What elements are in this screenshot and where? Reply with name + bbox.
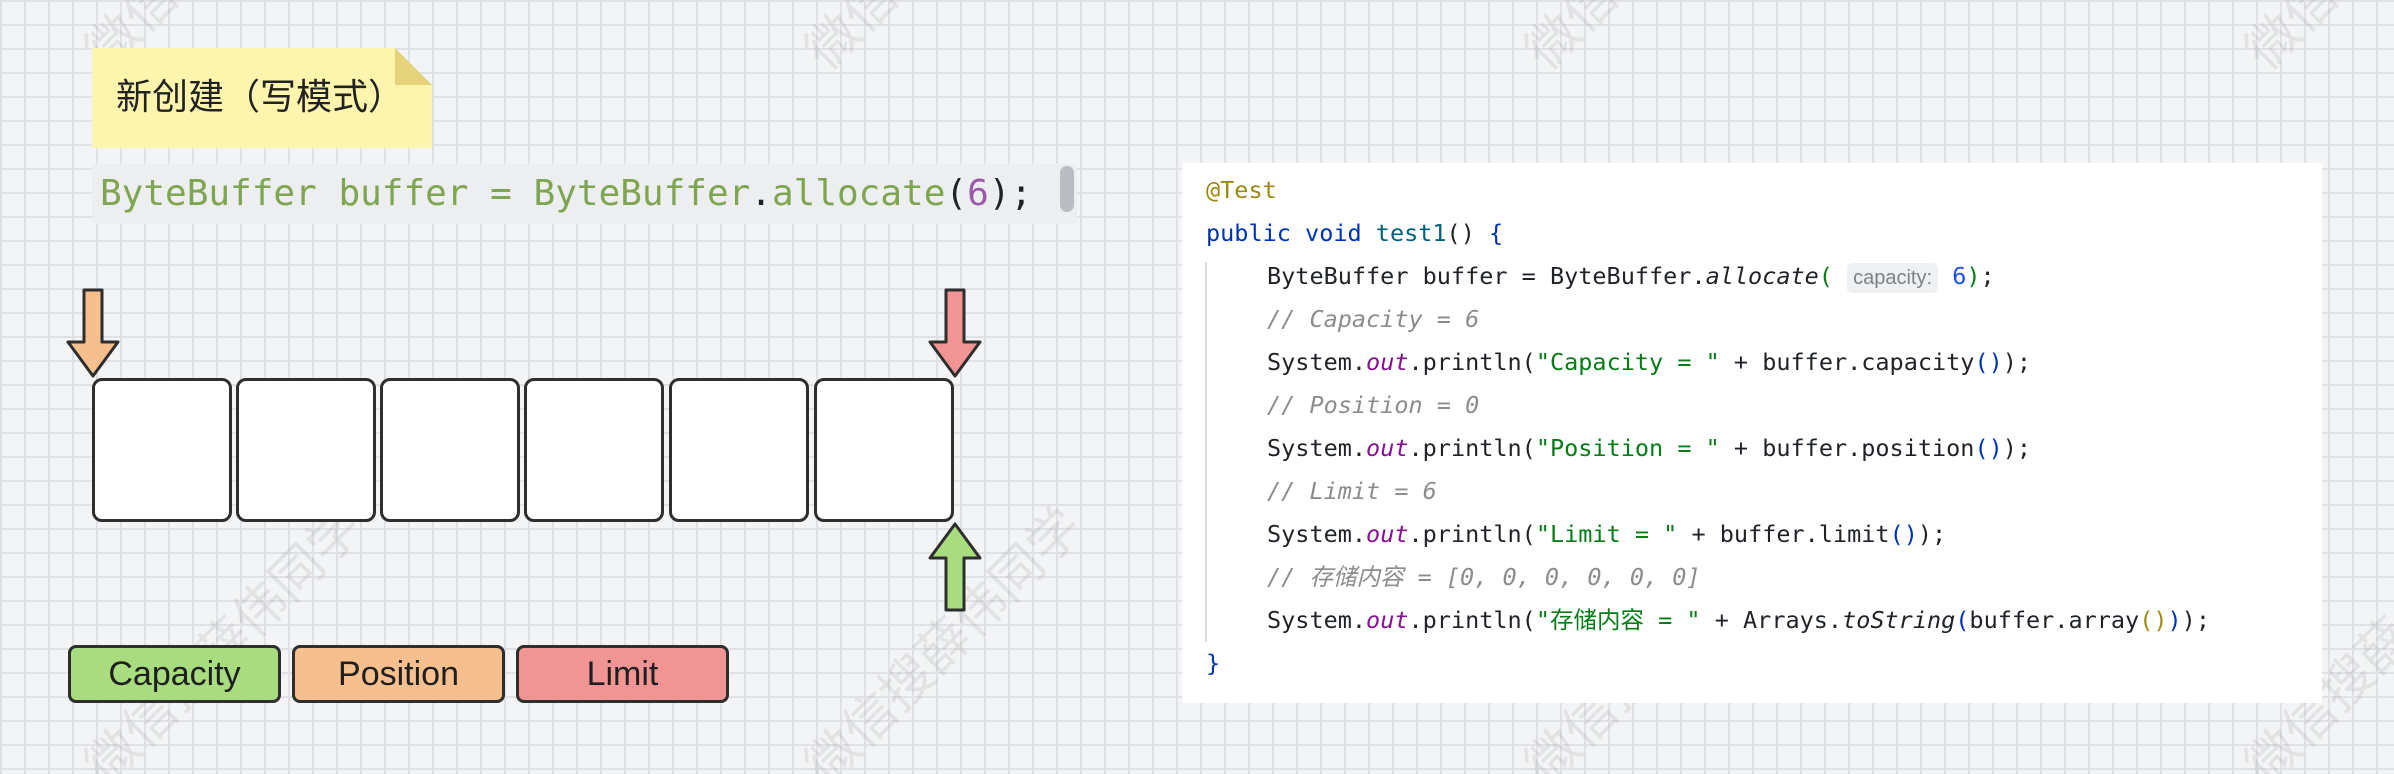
arg-value: 6 xyxy=(967,173,989,214)
close-paren: ) xyxy=(2002,348,2017,376)
string-literal: "Limit = " xyxy=(1535,520,1678,548)
close-paren: ) xyxy=(2181,606,2196,634)
buffer-cell xyxy=(236,378,376,522)
comment: // Limit = 6 xyxy=(1267,477,1437,505)
close-paren: ); xyxy=(988,173,1033,214)
allocate-statement: ByteBuffer buffer = ByteBuffer.allocate(… xyxy=(92,164,1077,224)
semi: ; xyxy=(2195,606,2210,634)
alloc-close: ) xyxy=(1966,262,1981,290)
capacity-arrow-icon xyxy=(928,522,982,612)
scroll-handle[interactable] xyxy=(1060,166,1074,212)
code-line-print: System.out.println("Position = " + buffe… xyxy=(1206,427,2031,470)
print-call: .println( xyxy=(1408,606,1536,634)
buffer-cell xyxy=(524,378,664,522)
code-line-annotation: @Test xyxy=(1206,169,1277,212)
buffer-cell xyxy=(380,378,520,522)
open-brace: { xyxy=(1489,219,1504,247)
string-literal: "Capacity = " xyxy=(1535,348,1720,376)
out-field: out xyxy=(1366,348,1409,376)
inner-parens: () xyxy=(1974,434,2003,462)
annotation: @Test xyxy=(1206,176,1277,204)
inner-parens: () xyxy=(1889,520,1918,548)
alloc-open: ( xyxy=(1818,262,1833,290)
var-name: buffer xyxy=(338,173,469,214)
params: () xyxy=(1446,219,1475,247)
assign-op: = xyxy=(490,173,512,214)
close-brace: } xyxy=(1206,649,1221,677)
alloc-num: 6 xyxy=(1952,262,1967,290)
print-call: .println( xyxy=(1408,348,1536,376)
code-line-print: System.out.println("存储内容 = " + Arrays.to… xyxy=(1206,599,2210,642)
watermark-text: 微信搜薛伟同学 xyxy=(785,0,1095,83)
semi: ; xyxy=(2016,348,2032,376)
watermark-text: 微信搜薛伟同学 xyxy=(1505,0,1815,83)
class-name: ByteBuffer xyxy=(533,173,751,214)
note-label: 新创建（写模式） xyxy=(116,77,405,118)
watermark-text: 微信搜薛伟同学 xyxy=(74,496,375,774)
print-expr: + buffer.capacity xyxy=(1719,348,1975,376)
buffer-cell xyxy=(92,378,232,522)
array-call: buffer.array xyxy=(1969,606,2140,634)
string-literal: "存储内容 = " xyxy=(1535,606,1701,634)
keyword-public: public xyxy=(1206,219,1291,247)
legend-position: Position xyxy=(292,645,505,703)
close-paren: ) xyxy=(2002,434,2017,462)
code-line-allocate: ByteBuffer buffer = ByteBuffer.allocate(… xyxy=(1206,255,1995,298)
code-line-print: System.out.println("Limit = " + buffer.l… xyxy=(1206,513,1946,556)
print-expr: + buffer.position xyxy=(1719,434,1975,462)
semi: ; xyxy=(1932,520,1947,548)
string-literal: "Position = " xyxy=(1535,434,1720,462)
comment: // Position = 0 xyxy=(1267,391,1480,419)
buffer-cell xyxy=(814,378,954,522)
param-hint: capacity: xyxy=(1847,263,1939,293)
print-prefix: System. xyxy=(1267,434,1367,462)
method-name: test1 xyxy=(1375,219,1447,247)
code-line-signature: public void test1() { xyxy=(1206,212,1503,255)
close-paren: ) xyxy=(2167,606,2182,634)
inner-parens: () xyxy=(1974,348,2003,376)
out-field: out xyxy=(1366,520,1409,548)
note-fold-corner xyxy=(395,48,432,85)
tostring-method: toString xyxy=(1842,606,1956,634)
alloc-semi: ; xyxy=(1980,262,1995,290)
print-expr: + Arrays. xyxy=(1700,606,1843,634)
out-field: out xyxy=(1366,434,1409,462)
method-name: allocate xyxy=(771,173,946,214)
print-call: .println( xyxy=(1408,434,1536,462)
limit-arrow-icon xyxy=(928,288,982,378)
code-line-comment: // Capacity = 6 xyxy=(1206,298,1479,341)
code-line-comment: // 存储内容 = [0, 0, 0, 0, 0, 0] xyxy=(1206,556,1701,599)
comment: // 存储内容 = [0, 0, 0, 0, 0, 0] xyxy=(1267,563,1701,591)
alloc-prefix: ByteBuffer buffer = ByteBuffer. xyxy=(1267,262,1706,290)
legend-capacity: Capacity xyxy=(68,645,281,703)
comment: // Capacity = 6 xyxy=(1267,305,1480,333)
code-line-comment: // Position = 0 xyxy=(1206,384,1479,427)
inner-parens: () xyxy=(2139,606,2168,634)
code-line-end: } xyxy=(1206,642,1220,685)
dot: . xyxy=(750,173,772,214)
open-paren: ( xyxy=(945,173,968,214)
open-paren: ( xyxy=(1955,606,1970,634)
position-arrow-icon xyxy=(66,288,120,378)
print-prefix: System. xyxy=(1267,348,1367,376)
keyword-void: void xyxy=(1305,219,1362,247)
out-field: out xyxy=(1366,606,1409,634)
code-line-comment: // Limit = 6 xyxy=(1206,470,1437,513)
print-call: .println( xyxy=(1408,520,1536,548)
buffer-cell xyxy=(669,378,809,522)
legend-limit: Limit xyxy=(516,645,729,703)
code-line-print: System.out.println("Capacity = " + buffe… xyxy=(1206,341,2031,384)
print-prefix: System. xyxy=(1267,606,1367,634)
print-prefix: System. xyxy=(1267,520,1367,548)
print-expr: + buffer.limit xyxy=(1677,520,1890,548)
type-name: ByteBuffer xyxy=(100,173,317,214)
semi: ; xyxy=(2016,434,2032,462)
close-paren: ) xyxy=(1917,520,1933,548)
alloc-method: allocate xyxy=(1705,262,1819,290)
sticky-note: 新创建（写模式） xyxy=(92,48,432,148)
watermark-text: 微信搜薛伟同学 xyxy=(2225,0,2394,83)
